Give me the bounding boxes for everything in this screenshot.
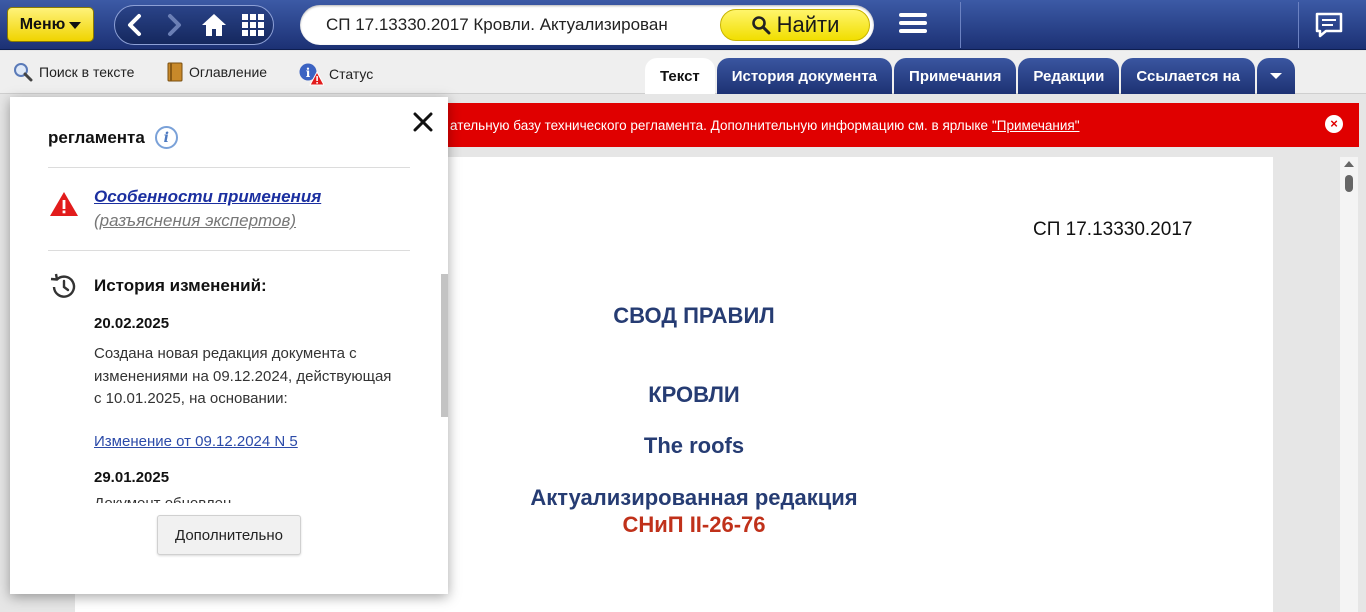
back-button[interactable] — [115, 6, 155, 44]
hamburger-line — [899, 21, 927, 25]
history-entry-text-clipped: Документ обновлен — [94, 493, 394, 503]
banner-text: ательную базу технического регламента. Д… — [450, 117, 988, 133]
top-bar: Меню Найти — [0, 0, 1366, 50]
apps-grid-button[interactable] — [234, 6, 274, 44]
info-icon[interactable]: i — [154, 126, 178, 149]
banner-close-icon[interactable]: × — [1325, 115, 1343, 133]
document-number: СП 17.13330.2017 — [1033, 219, 1193, 240]
search-icon — [751, 16, 771, 35]
find-button-label: Найти — [776, 12, 840, 37]
contents-button[interactable]: Оглавление — [166, 62, 267, 82]
tab-text[interactable]: Текст — [645, 58, 715, 94]
scroll-up-arrow-icon[interactable] — [1344, 161, 1354, 167]
home-icon — [201, 14, 226, 36]
menu-button-label: Меню — [19, 15, 66, 33]
home-button[interactable] — [194, 6, 234, 44]
svg-text:i: i — [306, 66, 311, 80]
popup-scrollbar-thumb[interactable] — [441, 274, 448, 417]
chevron-down-icon — [1270, 73, 1282, 79]
forward-arrow-icon — [168, 14, 182, 36]
history-icon — [50, 273, 76, 298]
book-icon — [167, 62, 183, 82]
status-button[interactable]: i Статус — [298, 62, 373, 86]
divider — [960, 2, 961, 48]
search-box: Найти — [300, 5, 874, 45]
search-in-text-label: Поиск в тексте — [39, 64, 135, 80]
navigation-group — [114, 5, 274, 45]
scrollbar-thumb[interactable] — [1345, 175, 1353, 192]
chevron-down-icon — [69, 22, 82, 29]
warning-banner: ательную базу технического регламента. Д… — [447, 103, 1359, 147]
history-entry-date: 20.02.2025 — [94, 315, 170, 332]
popup-title-text: регламента — [48, 127, 145, 147]
more-details-button[interactable]: Дополнительно — [157, 515, 301, 555]
status-info-warning-icon: i — [299, 63, 324, 86]
magnifier-icon — [14, 63, 33, 82]
back-arrow-icon — [127, 14, 141, 36]
warning-triangle-icon — [50, 192, 78, 216]
tab-editions[interactable]: Редакции — [1018, 58, 1120, 94]
tab-document-history[interactable]: История документа — [716, 58, 893, 94]
divider — [48, 250, 410, 251]
document-tabs: Текст История документа Примечания Редак… — [645, 58, 1295, 94]
find-button[interactable]: Найти — [720, 9, 870, 41]
hamburger-line — [899, 29, 927, 33]
menu-button[interactable]: Меню — [7, 7, 94, 42]
status-popup: регламента i Особенности применения (раз… — [10, 97, 448, 594]
tab-notes[interactable]: Примечания — [894, 58, 1017, 94]
close-icon[interactable] — [410, 109, 436, 135]
hamburger-menu-button[interactable] — [895, 10, 931, 40]
popup-title: регламента i — [48, 126, 178, 149]
feedback-button[interactable] — [1313, 10, 1349, 40]
expert-explanations-link[interactable]: (разъяснения экспертов) — [94, 211, 296, 231]
divider — [1298, 2, 1299, 48]
history-title: История изменений: — [94, 276, 267, 295]
tabs-more-button[interactable] — [1257, 58, 1295, 94]
application-features-link[interactable]: Особенности применения — [94, 187, 321, 207]
banner-notes-link[interactable]: "Примечания" — [992, 118, 1080, 133]
divider — [48, 167, 410, 168]
history-entry-text: Создана новая редакция документа с измен… — [94, 345, 392, 407]
forward-button[interactable] — [155, 6, 195, 44]
status-label: Статус — [329, 66, 374, 82]
chat-icon — [1315, 12, 1343, 38]
search-input[interactable] — [326, 13, 684, 37]
search-in-text-button[interactable]: Поиск в тексте — [12, 62, 134, 82]
contents-label: Оглавление — [189, 64, 268, 80]
document-scrollbar[interactable] — [1340, 157, 1358, 612]
grid-icon — [242, 14, 265, 36]
history-entry-date: 29.01.2025 — [94, 469, 170, 486]
history-entry-change-link[interactable]: Изменение от 09.12.2024 N 5 — [94, 433, 298, 450]
hamburger-line — [899, 13, 927, 17]
tab-references[interactable]: Ссылается на — [1121, 58, 1255, 94]
